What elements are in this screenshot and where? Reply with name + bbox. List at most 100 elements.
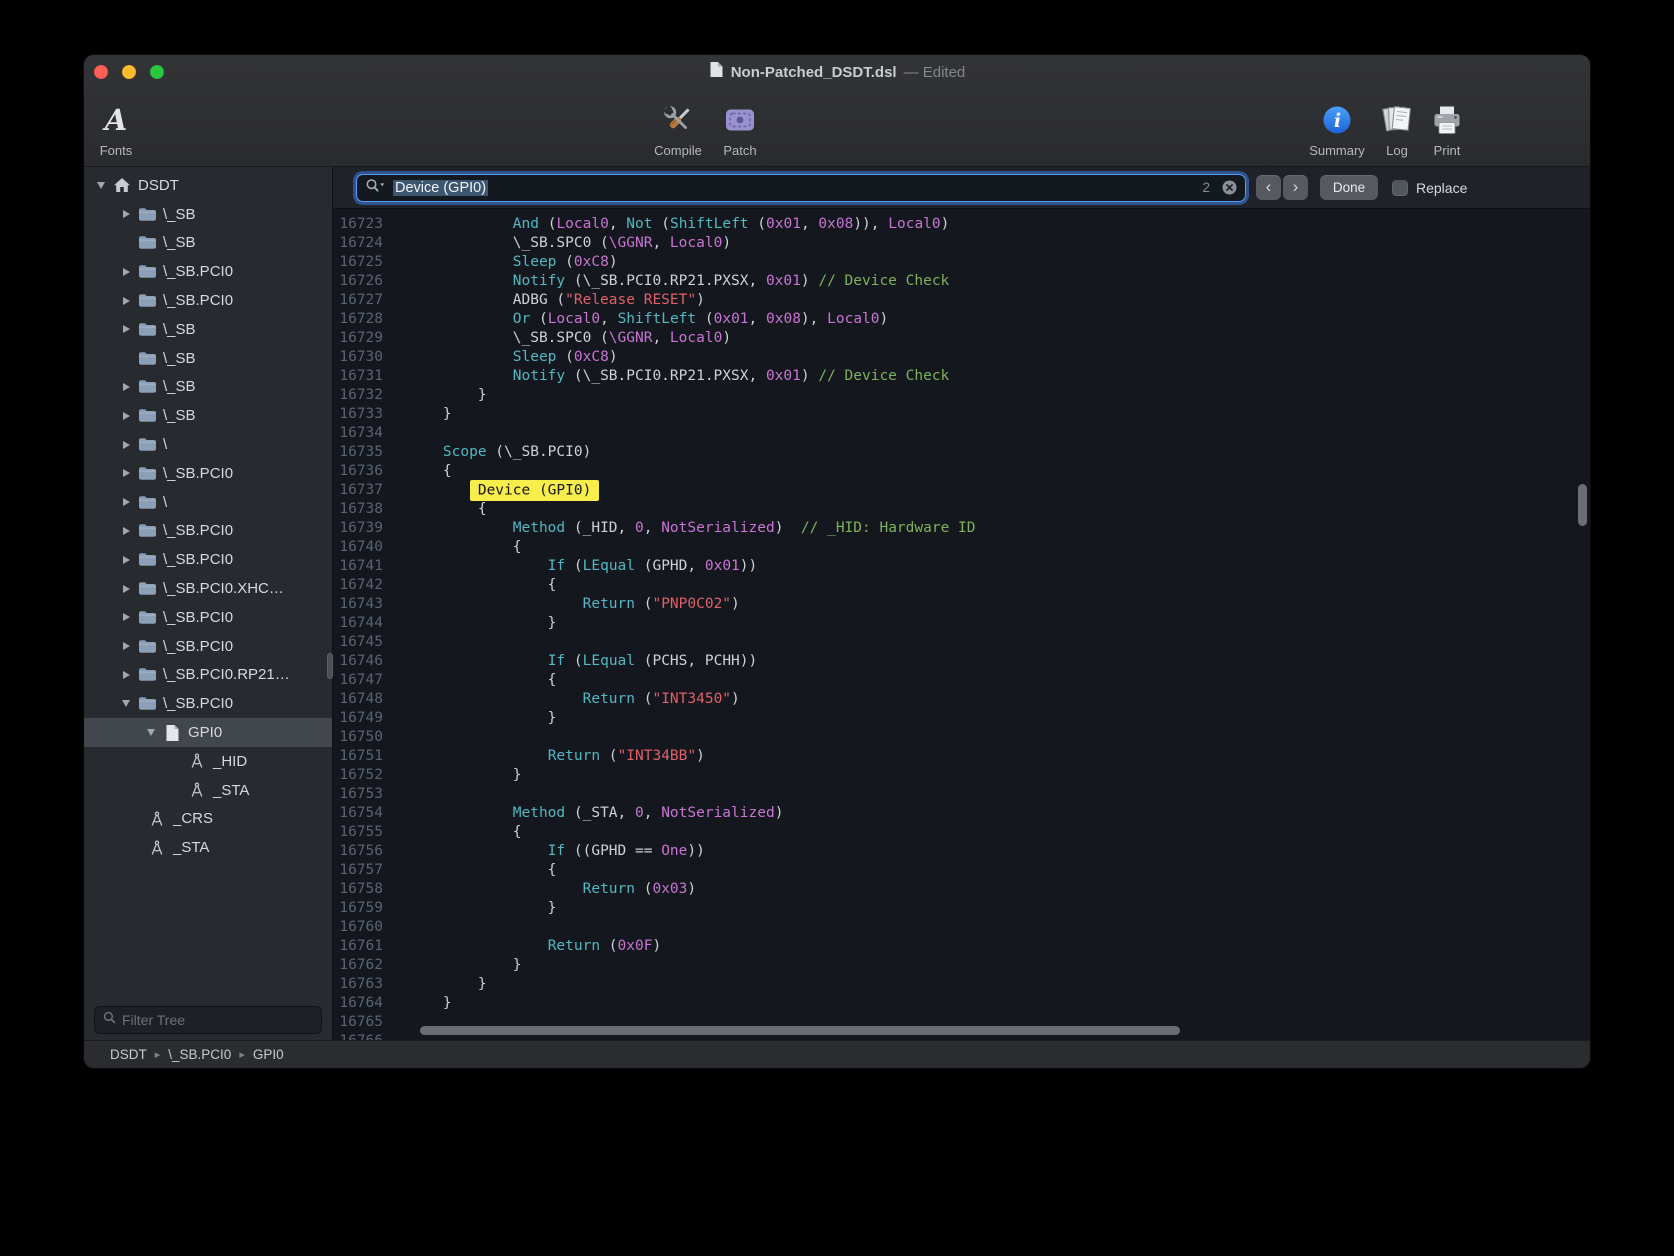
tree-item-sbpci0[interactable]: \_SB.PCI0 — [84, 257, 332, 286]
code-line: 16729 \_SB.SPC0 (\GGNR, Local0) — [333, 329, 1590, 348]
sidebar-tree[interactable]: DSDT\_SB\_SB\_SB.PCI0\_SB.PCI0\_SB\_SB\_… — [84, 167, 332, 1002]
tree-item-gpi0[interactable]: GPI0 — [84, 718, 332, 747]
code-line: 16754 Method (_STA, 0, NotSerialized) — [333, 804, 1590, 823]
tree-item-sbpci0[interactable]: \_SB.PCI0 — [84, 603, 332, 632]
disclosure-closed-icon[interactable] — [117, 585, 135, 593]
tree-item-sta[interactable]: _STA — [84, 833, 332, 862]
summary-button[interactable]: i Summary — [1305, 89, 1369, 166]
find-next-button[interactable]: › — [1283, 175, 1308, 200]
log-label: Log — [1386, 143, 1408, 158]
close-button[interactable] — [94, 65, 108, 79]
find-previous-button[interactable]: ‹ — [1256, 175, 1281, 200]
patch-label: Patch — [723, 143, 756, 158]
zoom-button[interactable] — [150, 65, 164, 79]
line-number: 16724 — [333, 234, 395, 253]
disclosure-closed-icon[interactable] — [117, 325, 135, 333]
print-button[interactable]: Print — [1425, 89, 1469, 166]
tree-item-sb[interactable]: \_SB — [84, 229, 332, 258]
toolbar: A Fonts — [84, 89, 1590, 166]
tree-item-label: \_SB.PCI0 — [163, 522, 233, 539]
tree-item-sbpci0[interactable]: \_SB.PCI0 — [84, 632, 332, 661]
tree-item-sta[interactable]: _STA — [84, 776, 332, 805]
code-line: 16762 } — [333, 956, 1590, 975]
tree-item-crs[interactable]: _CRS — [84, 805, 332, 834]
folder-icon — [137, 639, 157, 654]
line-number: 16725 — [333, 253, 395, 272]
disclosure-open-icon[interactable] — [142, 729, 160, 736]
tree-item-sbpci0xhc[interactable]: \_SB.PCI0.XHC… — [84, 574, 332, 603]
line-number: 16739 — [333, 519, 395, 538]
pane-splitter-handle[interactable] — [327, 653, 333, 679]
folder-icon — [137, 379, 157, 394]
fonts-label: Fonts — [100, 143, 133, 158]
compile-button[interactable]: Compile — [650, 89, 706, 166]
tree-item-sbpci0[interactable]: \_SB.PCI0 — [84, 545, 332, 574]
disclosure-closed-icon[interactable] — [117, 642, 135, 650]
tree-item-hid[interactable]: _HID — [84, 747, 332, 776]
disclosure-closed-icon[interactable] — [117, 671, 135, 679]
disclosure-closed-icon[interactable] — [117, 498, 135, 506]
line-number: 16730 — [333, 348, 395, 367]
tree-item-sb[interactable]: \_SB — [84, 315, 332, 344]
folder-icon — [137, 667, 157, 682]
disclosure-open-icon[interactable] — [92, 182, 110, 189]
vertical-scrollbar[interactable] — [1578, 484, 1587, 526]
disclosure-open-icon[interactable] — [117, 700, 135, 707]
code-editor[interactable]: 16723 And (Local0, Not (ShiftLeft (0x01,… — [333, 209, 1590, 1040]
titlebar[interactable]: Non-Patched_DSDT.dsl — Edited — [84, 55, 1590, 89]
disclosure-closed-icon[interactable] — [117, 527, 135, 535]
line-number: 16728 — [333, 310, 395, 329]
tree-item-sb[interactable]: \_SB — [84, 200, 332, 229]
disclosure-closed-icon[interactable] — [117, 383, 135, 391]
tree-item-label: \_SB.PCI0 — [163, 638, 233, 655]
tree-item-[interactable]: \ — [84, 488, 332, 517]
disclosure-closed-icon[interactable] — [117, 412, 135, 420]
filter-tree-input[interactable] — [122, 1012, 313, 1028]
fonts-button[interactable]: A Fonts — [88, 89, 144, 166]
disclosure-closed-icon[interactable] — [117, 297, 135, 305]
line-number: 16749 — [333, 709, 395, 728]
tree-item-sb[interactable]: \_SB — [84, 344, 332, 373]
tree-item-dsdt[interactable]: DSDT — [84, 171, 332, 200]
breadcrumb-item[interactable]: \_SB.PCI0 — [168, 1047, 231, 1062]
tree-item-sb[interactable]: \_SB — [84, 401, 332, 430]
search-input[interactable]: Device (GPI0) 2 — [356, 174, 1246, 202]
disclosure-closed-icon[interactable] — [117, 469, 135, 477]
disclosure-closed-icon[interactable] — [117, 210, 135, 218]
tree-item-sbpci0[interactable]: \_SB.PCI0 — [84, 689, 332, 718]
code-line: 16732 } — [333, 386, 1590, 405]
tree-item-sb[interactable]: \_SB — [84, 373, 332, 402]
folder-icon — [137, 351, 157, 366]
tree-item-[interactable]: \ — [84, 430, 332, 459]
window-controls — [94, 55, 164, 89]
code-line: 16764 } — [333, 994, 1590, 1013]
clear-search-icon[interactable] — [1221, 179, 1238, 196]
disclosure-closed-icon[interactable] — [117, 556, 135, 564]
line-number: 16757 — [333, 861, 395, 880]
horizontal-scrollbar[interactable] — [420, 1026, 1180, 1035]
code-line: 16740 { — [333, 538, 1590, 557]
tree-item-sbpci0[interactable]: \_SB.PCI0 — [84, 517, 332, 546]
tree-item-sbpci0[interactable]: \_SB.PCI0 — [84, 286, 332, 315]
breadcrumb-item[interactable]: GPI0 — [253, 1047, 284, 1062]
breadcrumb-item[interactable]: DSDT — [110, 1047, 147, 1062]
method-icon — [147, 840, 167, 856]
replace-checkbox[interactable] — [1392, 180, 1408, 196]
filter-tree-field[interactable] — [94, 1006, 322, 1034]
replace-label: Replace — [1416, 180, 1467, 196]
code-line: 16761 Return (0x0F) — [333, 937, 1590, 956]
tree-item-sbpci0rp21[interactable]: \_SB.PCI0.RP21… — [84, 661, 332, 690]
tree-item-sbpci0[interactable]: \_SB.PCI0 — [84, 459, 332, 488]
disclosure-closed-icon[interactable] — [117, 268, 135, 276]
log-button[interactable]: Log — [1375, 89, 1419, 166]
patch-button[interactable]: Patch — [712, 89, 768, 166]
document-proxy-icon[interactable] — [709, 61, 724, 83]
search-menu-icon[interactable] — [365, 178, 386, 198]
done-button[interactable]: Done — [1320, 175, 1378, 200]
disclosure-closed-icon[interactable] — [117, 441, 135, 449]
breadcrumb: DSDT▸\_SB.PCI0▸GPI0 — [110, 1047, 284, 1062]
code-line: 16736 { — [333, 462, 1590, 481]
disclosure-closed-icon[interactable] — [117, 613, 135, 621]
minimize-button[interactable] — [122, 65, 136, 79]
search-query: Device (GPI0) — [393, 180, 1195, 196]
